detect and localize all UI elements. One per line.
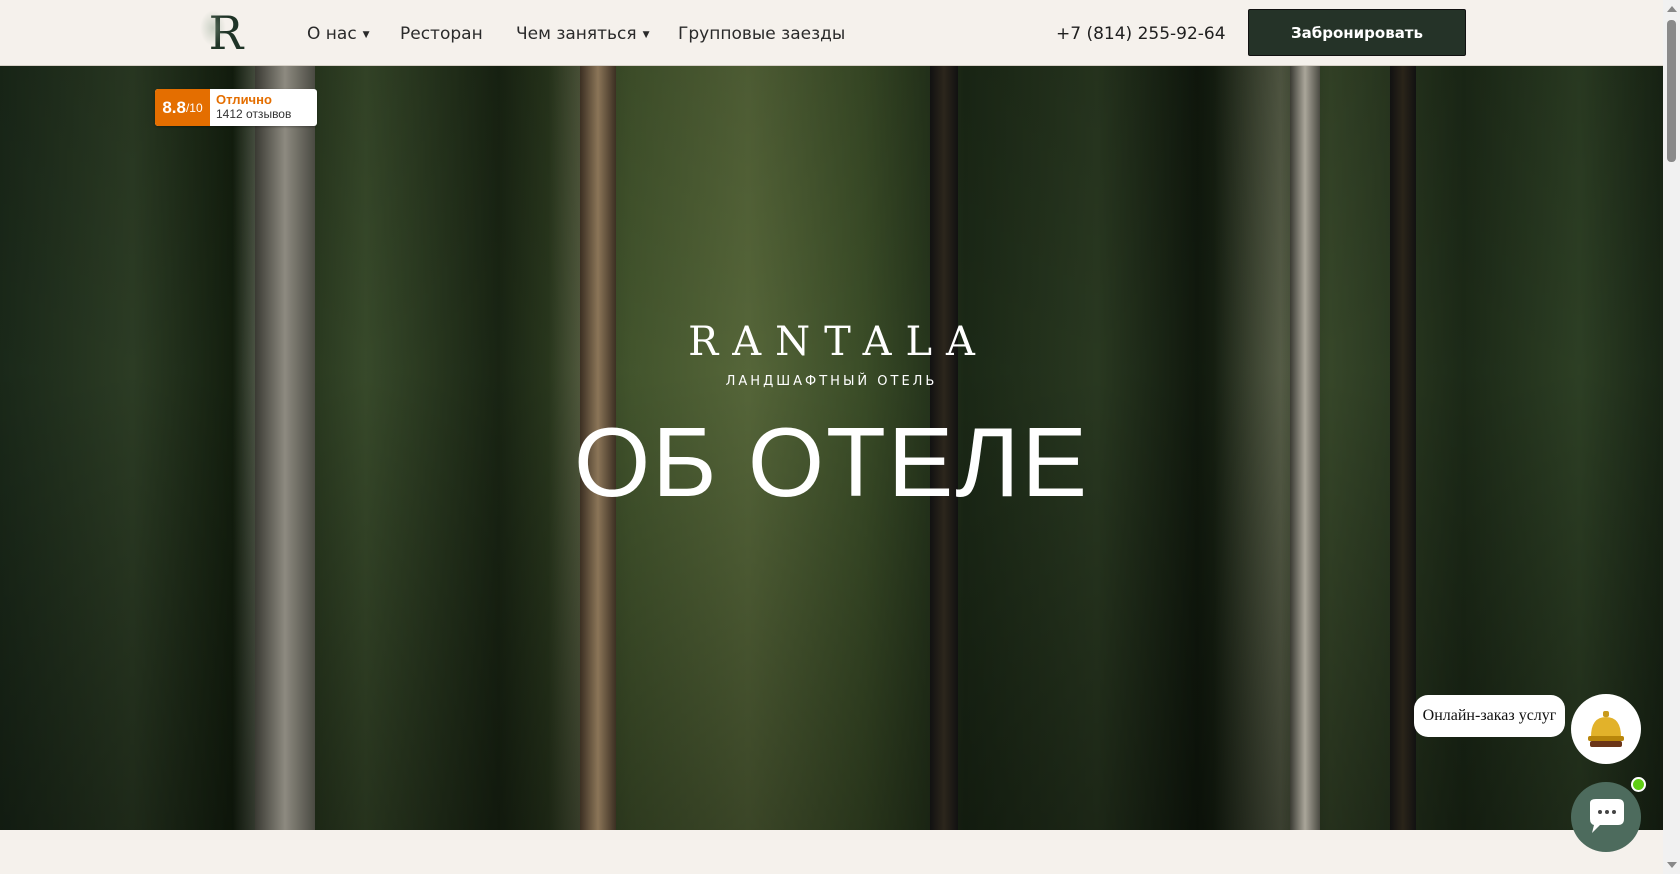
rating-badge[interactable]: 8.8/10 Отлично 1412 отзывов [155, 89, 317, 126]
score-scale: /10 [185, 100, 203, 115]
phone-link[interactable]: +7 (814) 255-92-64 [1056, 24, 1226, 44]
bell-icon [1588, 711, 1624, 747]
brand-name: RANTALA [688, 319, 989, 365]
nav-restaurant[interactable]: Ресторан [400, 24, 483, 44]
logo[interactable]: R [200, 8, 246, 58]
scroll-down-icon[interactable] [1667, 862, 1677, 868]
scrollbar-thumb[interactable] [1667, 20, 1676, 162]
nav-label: О нас [307, 24, 357, 44]
caret-down-icon: ▼ [642, 30, 650, 40]
services-bell-button[interactable] [1571, 694, 1641, 764]
nav-label: Ресторан [400, 24, 483, 44]
chat-bubble-icon [1590, 799, 1624, 833]
online-services-label[interactable]: Онлайн-заказ услуг [1414, 695, 1565, 737]
online-status-dot [1631, 777, 1646, 792]
caret-down-icon: ▼ [362, 30, 370, 40]
nav-about[interactable]: О нас ▼ [307, 24, 370, 44]
nav-label: Чем заняться [516, 24, 637, 44]
scrollbar[interactable] [1663, 0, 1680, 874]
site-header: R О нас ▼ Ресторан Чем заняться ▼ Групповы… [0, 0, 1663, 66]
nav-activities[interactable]: Чем заняться ▼ [516, 24, 650, 44]
scroll-up-icon[interactable] [1667, 6, 1677, 12]
brand-subtitle: ЛАНДШАФТНЫЙ ОТЕЛЬ [725, 374, 938, 389]
page-title: ОБ ОТЕЛЕ [574, 407, 1089, 517]
chat-button[interactable] [1571, 782, 1641, 852]
rating-score: 8.8/10 [155, 89, 210, 126]
rating-label: Отлично [216, 92, 272, 107]
review-count: 1412 отзывов [216, 107, 292, 121]
leaf-decoration [200, 10, 226, 46]
score-value: 8.8 [162, 97, 186, 117]
nav-label: Групповые заезды [678, 24, 846, 44]
nav-group-stays[interactable]: Групповые заезды [678, 24, 845, 44]
book-button[interactable]: Забронировать [1248, 9, 1466, 56]
